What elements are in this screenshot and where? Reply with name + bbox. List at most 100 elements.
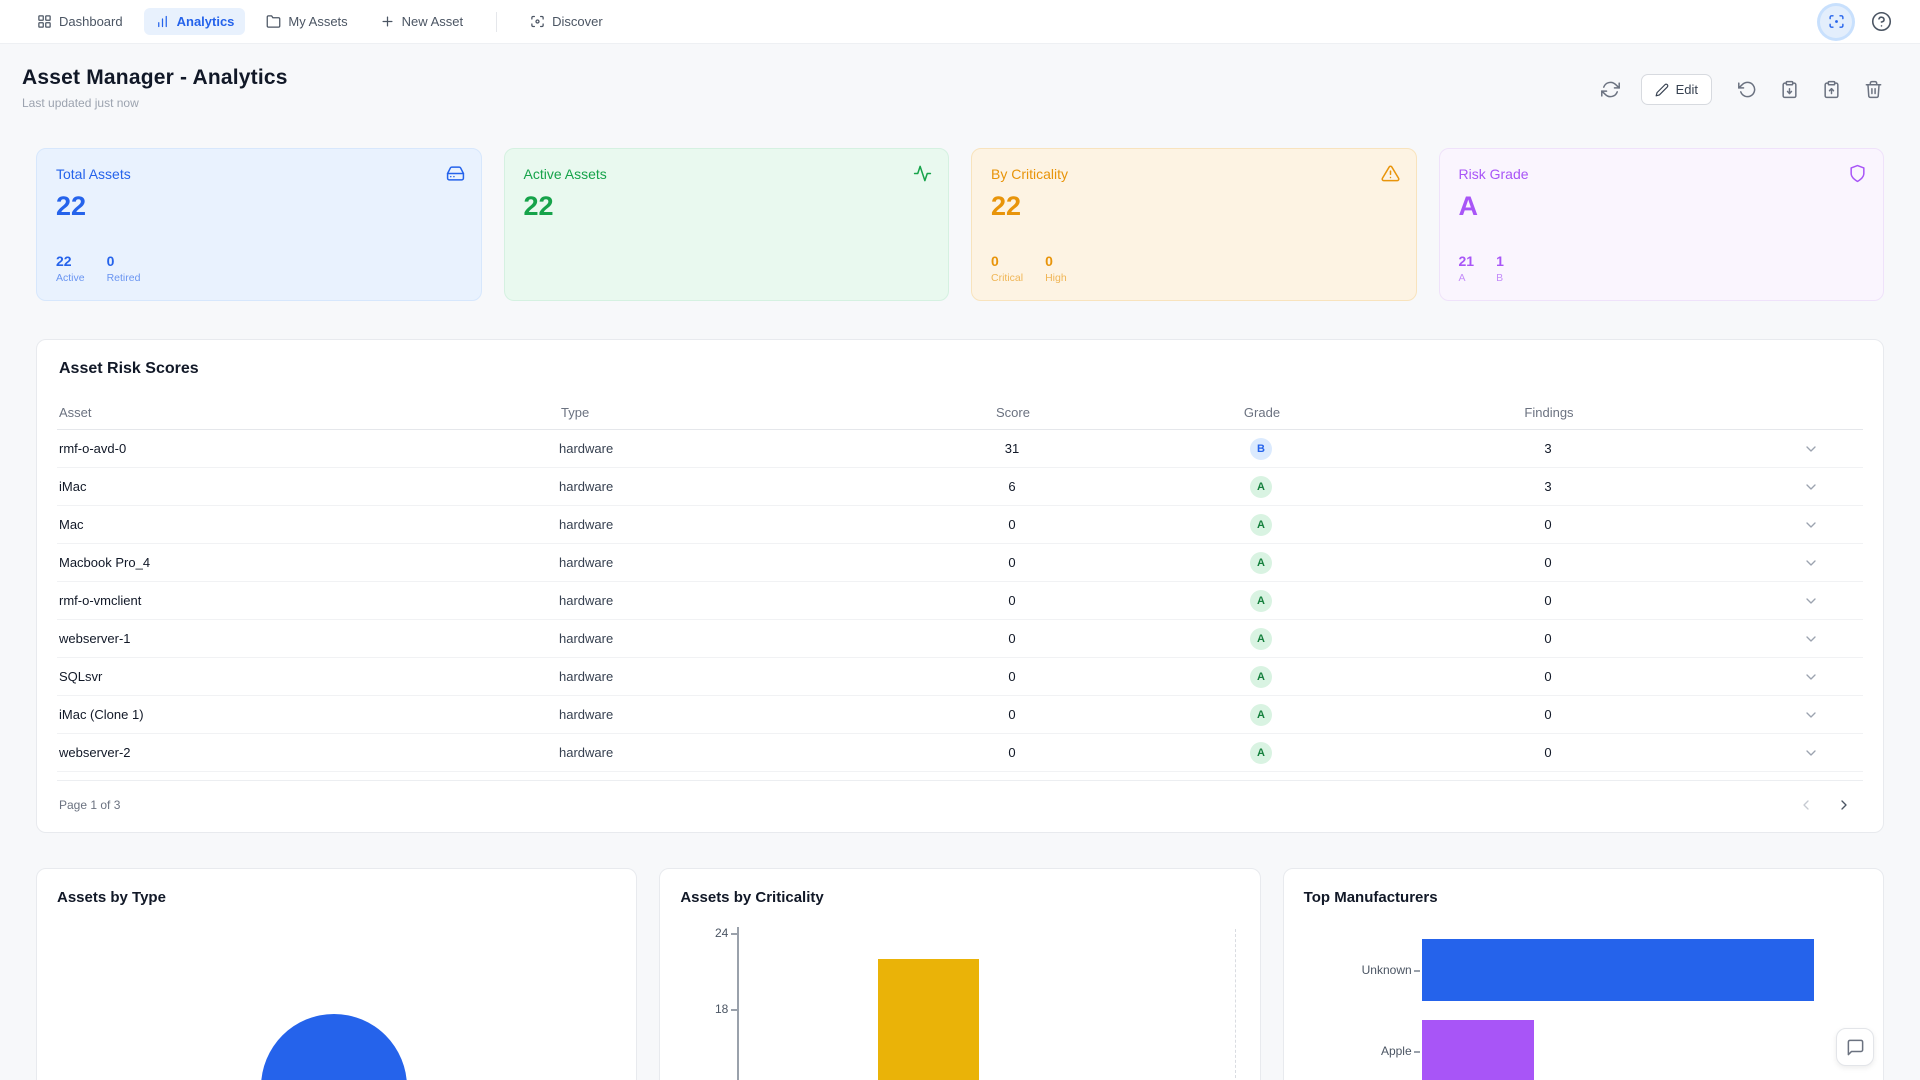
label-apple: Apple — [1312, 1044, 1412, 1058]
asset-type: hardware — [559, 441, 839, 456]
asset-name: Mac — [57, 517, 559, 532]
asset-findings: 3 — [1337, 441, 1759, 456]
stat-card-active-assets[interactable]: Active Assets 22 — [504, 148, 950, 301]
row-expand-chevron[interactable] — [1759, 669, 1863, 685]
edit-button-label: Edit — [1676, 82, 1698, 97]
asset-name: SQLsvr — [57, 669, 559, 684]
table-row[interactable]: rmf-o-avd-0 hardware 31 B 3 — [57, 430, 1863, 468]
substat-value: 21 — [1459, 253, 1475, 269]
next-page-button[interactable] — [1833, 794, 1855, 816]
manufacturer-bar-apple[interactable] — [1422, 1020, 1534, 1080]
chart-title: Assets by Criticality — [680, 889, 1239, 906]
asset-score: 6 — [839, 479, 1185, 494]
table-header-row: Asset Type Score Grade Findings — [57, 396, 1863, 430]
nav-dashboard-label: Dashboard — [59, 14, 123, 29]
asset-type: hardware — [559, 669, 839, 684]
table-row[interactable]: rmf-o-vmclient hardware 0 A 0 — [57, 582, 1863, 620]
focus-mode-button[interactable] — [1820, 6, 1852, 38]
y-tick-24: 24 — [688, 926, 728, 940]
substat-grade-b: 1 B — [1496, 253, 1504, 284]
chart-title: Top Manufacturers — [1304, 889, 1863, 906]
last-updated-text: Last updated just now — [22, 96, 288, 110]
delete-button[interactable] — [1864, 80, 1884, 100]
asset-type: hardware — [559, 707, 839, 722]
stat-cards-row: Total Assets 22 22 Active 0 Retired Acti… — [0, 148, 1920, 301]
y-tick-mark — [1414, 1051, 1420, 1053]
asset-name: iMac (Clone 1) — [57, 707, 559, 722]
stat-card-value: A — [1459, 191, 1865, 222]
stat-card-title: Active Assets — [524, 166, 930, 182]
assets-by-type-pie[interactable] — [261, 1014, 407, 1080]
asset-name: rmf-o-vmclient — [57, 593, 559, 608]
table-row[interactable]: SQLsvr hardware 0 A 0 — [57, 658, 1863, 696]
row-expand-chevron[interactable] — [1759, 707, 1863, 723]
stat-card-title: Total Assets — [56, 166, 462, 182]
nav-my-assets[interactable]: My Assets — [255, 8, 358, 35]
nav-new-asset[interactable]: New Asset — [369, 8, 474, 35]
asset-findings: 0 — [1337, 555, 1759, 570]
table-row[interactable]: Mac hardware 0 A 0 — [57, 506, 1863, 544]
y-tick-mark — [731, 1009, 737, 1011]
row-expand-chevron[interactable] — [1759, 745, 1863, 761]
row-expand-chevron[interactable] — [1759, 517, 1863, 533]
plus-icon — [380, 14, 395, 29]
chart-title: Assets by Type — [57, 889, 616, 906]
chat-bubble-icon — [1846, 1038, 1865, 1057]
chat-button[interactable] — [1836, 1028, 1874, 1066]
pencil-icon — [1655, 83, 1669, 97]
asset-name: rmf-o-avd-0 — [57, 441, 559, 456]
nav-discover[interactable]: Discover — [519, 8, 614, 35]
nav-analytics-label: Analytics — [177, 14, 235, 29]
nav-my-assets-label: My Assets — [288, 14, 347, 29]
table-row[interactable]: iMac (Clone 1) hardware 0 A 0 — [57, 696, 1863, 734]
asset-risk-scores-card: Asset Risk Scores Asset Type Score Grade… — [36, 339, 1884, 833]
stat-card-total-assets[interactable]: Total Assets 22 22 Active 0 Retired — [36, 148, 482, 301]
asset-findings: 3 — [1337, 479, 1759, 494]
stat-card-risk-grade[interactable]: Risk Grade A 21 A 1 B — [1439, 148, 1885, 301]
assets-by-type-chart-card: Assets by Type — [36, 868, 637, 1080]
export-dashboard-button[interactable] — [1780, 80, 1800, 100]
substat-grade-a: 21 A — [1459, 253, 1475, 284]
substat-label: Active — [56, 272, 85, 284]
substat-value: 22 — [56, 253, 85, 269]
import-dashboard-button[interactable] — [1822, 80, 1842, 100]
stat-card-by-criticality[interactable]: By Criticality 22 0 Critical 0 High — [971, 148, 1417, 301]
y-tick-mark — [731, 933, 737, 935]
column-header-asset: Asset — [57, 405, 559, 420]
row-expand-chevron[interactable] — [1759, 593, 1863, 609]
table-title: Asset Risk Scores — [57, 360, 1863, 378]
asset-name: webserver-1 — [57, 631, 559, 646]
nav-dashboard[interactable]: Dashboard — [26, 8, 134, 35]
undo-button[interactable] — [1738, 80, 1758, 100]
table-row[interactable]: Macbook Pro_4 hardware 0 A 0 — [57, 544, 1863, 582]
substat-high: 0 High — [1045, 253, 1067, 284]
table-row[interactable]: webserver-2 hardware 0 A 0 — [57, 734, 1863, 772]
activity-icon — [913, 164, 932, 183]
substat-label: Retired — [107, 272, 141, 284]
grade-badge: B — [1250, 438, 1272, 460]
row-expand-chevron[interactable] — [1759, 631, 1863, 647]
refresh-button[interactable] — [1601, 80, 1621, 100]
asset-findings: 0 — [1337, 631, 1759, 646]
substat-label: A — [1459, 272, 1475, 284]
header-toolbar: Edit — [1601, 74, 1884, 105]
row-expand-chevron[interactable] — [1759, 479, 1863, 495]
asset-score: 31 — [839, 441, 1185, 456]
prev-page-button[interactable] — [1795, 794, 1817, 816]
stat-card-value: 22 — [524, 191, 930, 222]
grade-badge: A — [1250, 628, 1272, 650]
edit-button[interactable]: Edit — [1641, 74, 1712, 105]
manufacturer-bar-unknown[interactable] — [1422, 939, 1814, 1001]
row-expand-chevron[interactable] — [1759, 555, 1863, 571]
asset-type: hardware — [559, 593, 839, 608]
nav-analytics[interactable]: Analytics — [144, 8, 246, 35]
help-button[interactable] — [1868, 9, 1894, 35]
focus-icon — [1828, 13, 1845, 30]
table-row[interactable]: webserver-1 hardware 0 A 0 — [57, 620, 1863, 658]
row-expand-chevron[interactable] — [1759, 441, 1863, 457]
criticality-bar-low[interactable] — [878, 959, 979, 1080]
table-row[interactable]: iMac hardware 6 A 3 — [57, 468, 1863, 506]
dashed-gridline — [1235, 929, 1236, 1080]
asset-name: iMac — [57, 479, 559, 494]
dashboard-grid-icon — [37, 14, 52, 29]
